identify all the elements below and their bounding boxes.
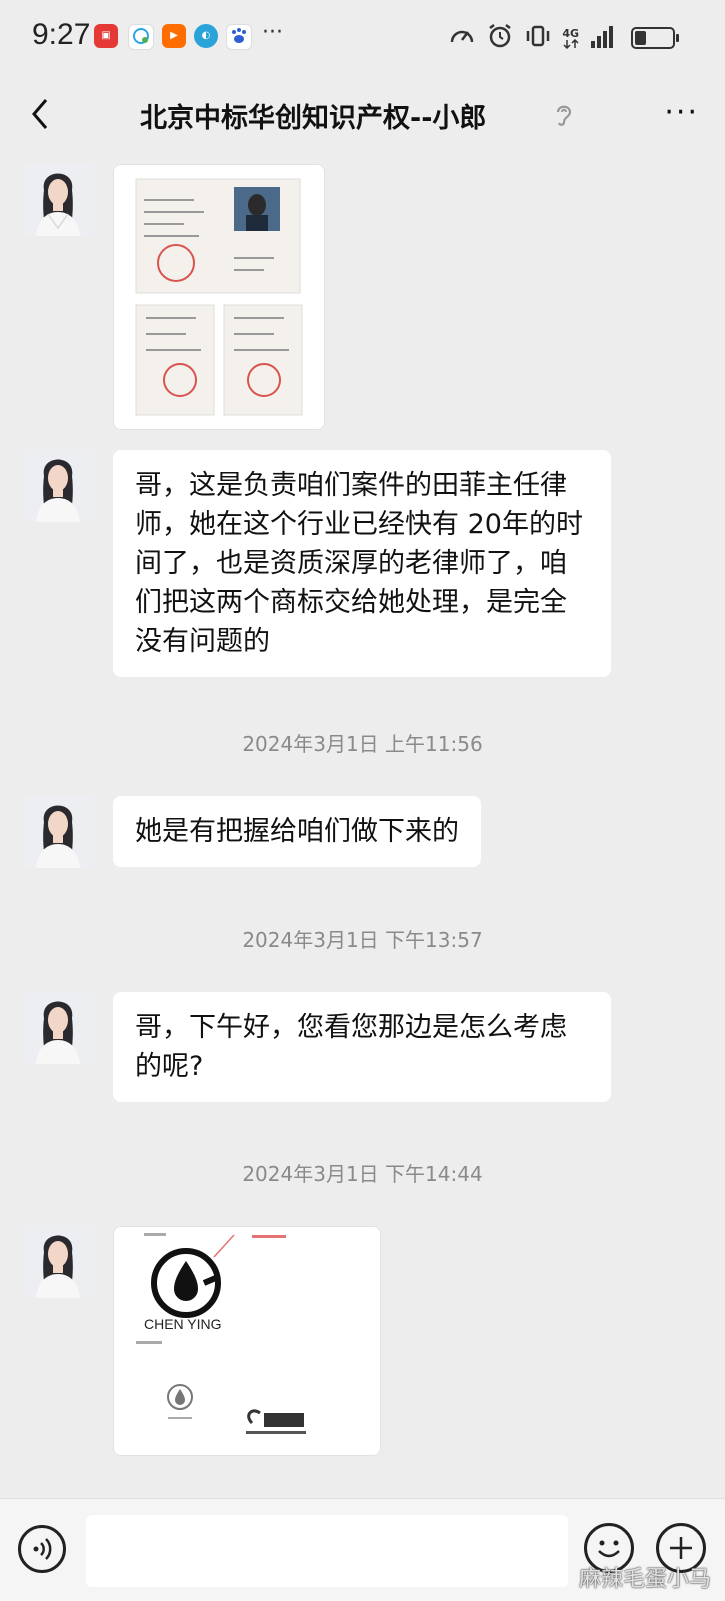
chat-title: 北京中标华创知识产权--小郎 [140,103,487,134]
input-bar: 麻辣毛蛋小马 [0,1498,725,1601]
news-app-icon: ▣ [94,24,118,48]
status-more-icon: ··· [262,20,283,45]
trademark-image-bubble[interactable]: CHEN YING [113,1226,381,1456]
message-text: 哥，这是负责咱们案件的田菲主任律师，她在这个行业已经快有 20年的时间了，也是资… [135,470,583,657]
status-time: 9:27 [32,18,91,51]
avatar[interactable] [22,796,94,868]
chevron-left-icon [32,99,48,129]
message-bubble[interactable]: 她是有把握给咱们做下来的 [113,796,481,867]
voice-button[interactable] [18,1525,66,1573]
voice-icon [33,1538,52,1560]
license-image-bubble[interactable] [113,164,325,430]
alarm-icon [486,22,514,54]
more-button[interactable]: ··· [664,98,699,128]
battery-fill [635,31,646,45]
message-text: 她是有把握给咱们做下来的 [135,816,459,847]
video-app-icon: ▶ [162,24,186,48]
speed-icon [448,22,476,54]
license-photo [114,165,324,429]
avatar[interactable] [22,992,94,1064]
back-button[interactable] [22,94,62,134]
status-bar: 9:27 ▣ ▶ ◐ ··· 4G [0,0,725,80]
ear-icon [553,100,575,132]
message-bubble[interactable]: 哥，这是负责咱们案件的田菲主任律师，她在这个行业已经快有 20年的时间了，也是资… [113,450,611,677]
status-indicators: 4G [448,22,679,54]
timestamp: 2024年3月1日 下午13:57 [242,928,483,952]
chat-app-icon [128,24,154,50]
message-bubble[interactable]: 哥，下午好，您看您那边是怎么考虑的呢? [113,992,611,1102]
vibrate-icon [524,22,552,54]
trademark-image: CHEN YING [114,1227,380,1455]
battery-icon [631,27,679,49]
baidu-app-icon [226,24,252,50]
timestamp: 2024年3月1日 上午11:56 [242,732,483,756]
avatar[interactable] [22,1226,94,1298]
message-input[interactable] [86,1515,568,1587]
timestamp: 2024年3月1日 下午14:44 [242,1162,483,1186]
chat-header: 北京中标华创知识产权--小郎 ··· [0,80,725,150]
watermark: 麻辣毛蛋小马 [578,1567,711,1592]
trademark-caption: CHEN YING [144,1316,222,1332]
message-list[interactable]: 哥，这是负责咱们案件的田菲主任律师，她在这个行业已经快有 20年的时间了，也是资… [0,150,725,1500]
avatar[interactable] [22,450,94,522]
signal-icon [589,23,617,53]
message-text: 哥，下午好，您看您那边是怎么考虑的呢? [135,1012,567,1082]
network-type-label: 4G [562,28,579,49]
avatar[interactable] [22,164,94,236]
browser-app-icon: ◐ [194,24,218,48]
